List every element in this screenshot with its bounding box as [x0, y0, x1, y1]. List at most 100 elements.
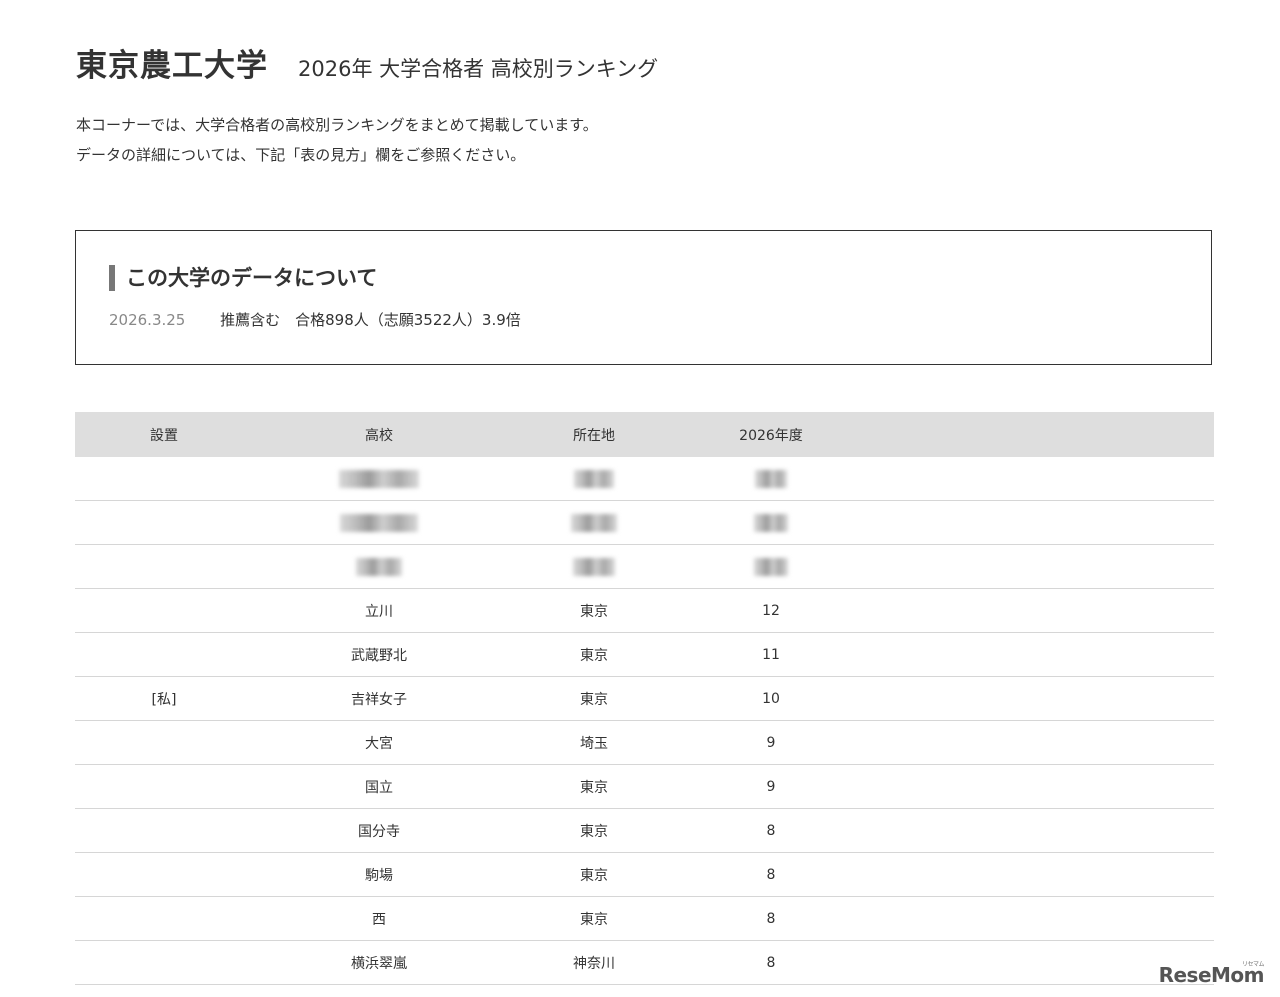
count-cell: 8 [683, 896, 859, 941]
table-row: 武蔵野北 東京 11 [75, 632, 1214, 677]
intro-text: 本コーナーでは、大学合格者の高校別ランキングをまとめて掲載しています。 データの… [76, 110, 598, 170]
type-cell [75, 852, 253, 897]
header-location: 所在地 [573, 427, 615, 444]
location-cell: 東京 [505, 808, 683, 853]
intro-line-1: 本コーナーでは、大学合格者の高校別ランキングをまとめて掲載しています。 [76, 116, 598, 134]
school-cell: 国分寺 [253, 808, 505, 853]
type-cell: [私] [75, 676, 253, 721]
table-row: 西東京 8 [75, 896, 1214, 941]
header-count: 2026年度 [739, 427, 803, 444]
spacer-cell [859, 457, 1214, 501]
school-cell [253, 457, 505, 501]
table-row: 駒場 東京 8 [75, 852, 1214, 897]
location-cell: 東京 [505, 676, 683, 721]
spacer-cell [859, 544, 1214, 589]
spacer-cell [859, 500, 1214, 545]
school-cell: 武蔵野北 [253, 632, 505, 677]
spacer-cell [859, 676, 1214, 721]
table-header: 設置 高校 所在地 2026年度 [75, 412, 1214, 457]
count-cell [683, 500, 859, 545]
count-cell: 8 [683, 808, 859, 853]
redacted-value [356, 557, 402, 576]
redacted-value [574, 469, 614, 488]
count-cell: 11 [683, 632, 859, 677]
type-cell [75, 808, 253, 853]
school-cell: 横浜翠嵐 [253, 940, 505, 985]
redacted-value [339, 469, 419, 488]
school-cell [253, 544, 505, 589]
redacted-value [755, 469, 787, 488]
type-cell [75, 720, 253, 765]
university-name: 東京農工大学 [76, 48, 268, 84]
location-cell: 東京 [505, 588, 683, 633]
type-cell [75, 544, 253, 589]
header-spacer [859, 412, 1214, 457]
location-cell: 神奈川 [505, 940, 683, 985]
spacer-cell [859, 588, 1214, 633]
count-cell: 10 [683, 676, 859, 721]
location-cell: 埼玉 [505, 720, 683, 765]
count-cell [683, 544, 859, 589]
school-cell: 立川 [253, 588, 505, 633]
school-cell: 大宮 [253, 720, 505, 765]
type-cell [75, 764, 253, 809]
count-cell: 8 [683, 940, 859, 985]
location-cell: 東京 [505, 852, 683, 897]
location-cell [505, 457, 683, 501]
info-detail: 推薦含む 合格898人（志願3522人）3.9倍 [220, 311, 521, 329]
type-cell [75, 588, 253, 633]
table-body: 立川 東京 12 武蔵野北 東京 11 [私] 吉祥女子 東京 10 大宮 埼玉 9 国立 東京 9 国分寺 東京… [75, 457, 1214, 985]
table-row [75, 544, 1214, 589]
school-cell [253, 500, 505, 545]
redacted-value [754, 513, 788, 532]
count-cell [683, 457, 859, 501]
location-cell [505, 544, 683, 589]
header-type: 設置 [150, 427, 178, 444]
location-cell [505, 500, 683, 545]
page-header: 東京農工大学 2026年 大学合格者 高校別ランキング [76, 40, 658, 85]
table-row: [私] 吉祥女子 東京 10 [75, 676, 1214, 721]
intro-line-2: データの詳細については、下記「表の見方」欄をご参照ください。 [76, 146, 526, 164]
redacted-value [754, 557, 788, 576]
location-cell: 東京 [505, 764, 683, 809]
type-cell [75, 457, 253, 501]
table-row [75, 457, 1214, 501]
spacer-cell [859, 720, 1214, 765]
ranking-table: 設置 高校 所在地 2026年度 立川 東京 12 武蔵野北 東京 11 [私] 吉祥女子 東京… [75, 412, 1214, 985]
info-heading: この大学のデータについて [109, 265, 377, 291]
school-cell: 駒場 [253, 852, 505, 897]
table-row: 国立 東京 9 [75, 764, 1214, 809]
info-date: 2026.3.25 [109, 311, 186, 329]
school-cell: 吉祥女子 [253, 676, 505, 721]
table-row: 大宮 埼玉 9 [75, 720, 1214, 765]
table-row: 横浜翠嵐 神奈川 8 [75, 940, 1214, 985]
school-cell: 西 [253, 896, 505, 941]
resemom-logo: ReseMom リセマム [1159, 961, 1265, 987]
type-cell [75, 940, 253, 985]
info-line: 2026.3.25 推薦含む 合格898人（志願3522人）3.9倍 [109, 309, 521, 330]
type-cell [75, 500, 253, 545]
spacer-cell [859, 764, 1214, 809]
table-row: 国分寺 東京 8 [75, 808, 1214, 853]
redacted-value [340, 513, 418, 532]
spacer-cell [859, 808, 1214, 853]
count-cell: 12 [683, 588, 859, 633]
table-row [75, 500, 1214, 545]
redacted-value [571, 513, 617, 532]
count-cell: 9 [683, 720, 859, 765]
type-cell [75, 896, 253, 941]
page-subtitle: 2026年 大学合格者 高校別ランキング [298, 57, 659, 81]
spacer-cell [859, 632, 1214, 677]
redacted-value [573, 557, 615, 576]
count-cell: 8 [683, 852, 859, 897]
table-header-row: 設置 高校 所在地 2026年度 [75, 412, 1214, 457]
spacer-cell [859, 896, 1214, 941]
ranking-table-container: 設置 高校 所在地 2026年度 立川 東京 12 武蔵野北 東京 11 [私] 吉祥女子 東京… [75, 412, 1214, 985]
header-school: 高校 [365, 427, 393, 444]
table-row: 立川 東京 12 [75, 588, 1214, 633]
count-cell: 9 [683, 764, 859, 809]
school-cell: 国立 [253, 764, 505, 809]
location-cell: 東京 [505, 632, 683, 677]
type-cell [75, 632, 253, 677]
location-cell: 東京 [505, 896, 683, 941]
